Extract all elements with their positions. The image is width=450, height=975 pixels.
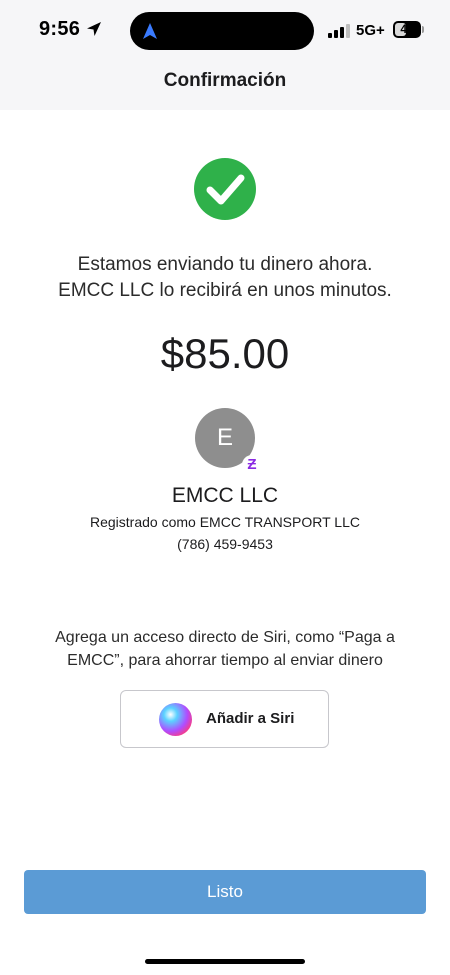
confirmation-message: Estamos enviando tu dinero ahora. EMCC L… (0, 252, 450, 304)
signal-icon (328, 24, 350, 38)
success-indicator (194, 158, 256, 220)
checkmark-icon (206, 174, 245, 205)
add-to-siri-label: Añadir a Siri (206, 710, 295, 727)
siri-prompt-line-2: EMCC”, para ahorrar tiempo al enviar din… (67, 652, 383, 669)
battery-icon: 46 (393, 21, 421, 38)
add-to-siri-button[interactable]: Añadir a Siri (120, 690, 329, 748)
navigation-icon (143, 23, 157, 39)
message-line-2: EMCC LLC lo recibirá en unos minutos. (58, 280, 392, 301)
status-bar: 9:56 5G+ 46 (0, 0, 450, 62)
network-label: 5G+ (356, 22, 385, 39)
location-arrow-icon (87, 22, 101, 36)
battery-cap (422, 26, 424, 33)
header-area: 9:56 5G+ 46 Confirmación (0, 0, 450, 110)
recipient-registered-as: Registrado como EMCC TRANSPORT LLC (90, 514, 360, 530)
cash-app-badge-icon: Ƶ (242, 455, 262, 475)
done-button[interactable]: Listo (24, 870, 426, 914)
recipient-phone: (786) 459-9453 (177, 536, 273, 552)
siri-prompt-line-1: Agrega un acceso directo de Siri, como “… (55, 629, 395, 646)
status-time: 9:56 (39, 18, 81, 40)
home-indicator[interactable] (145, 959, 305, 964)
page-title: Confirmación (163, 70, 287, 91)
siri-icon (159, 703, 192, 736)
battery-percent: 46 (400, 22, 414, 36)
siri-shortcut-prompt: Agrega un acceso directo de Siri, como “… (30, 626, 420, 672)
recipient-name: EMCC LLC (171, 484, 279, 507)
message-line-1: Estamos enviando tu dinero ahora. (77, 254, 373, 275)
payment-amount: $85.00 (160, 330, 290, 377)
